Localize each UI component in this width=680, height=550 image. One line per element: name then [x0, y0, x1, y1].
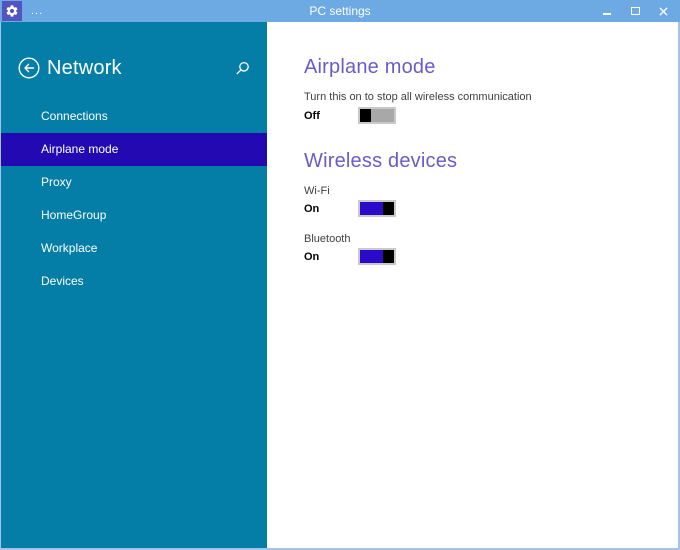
- sidebar-nav: Connections Airplane mode Proxy HomeGrou…: [1, 100, 267, 298]
- gear-icon: [5, 4, 19, 18]
- sidebar-item-homegroup[interactable]: HomeGroup: [1, 199, 267, 232]
- maximize-button[interactable]: [624, 0, 646, 22]
- search-button[interactable]: [235, 61, 250, 76]
- back-button[interactable]: [18, 57, 40, 79]
- main-area: Network Connections Airplane mode Proxy …: [1, 22, 678, 548]
- sidebar-item-airplane-mode[interactable]: Airplane mode: [1, 133, 267, 166]
- back-arrow-icon: [18, 57, 40, 79]
- bluetooth-label: Bluetooth: [304, 233, 351, 245]
- bluetooth-state: On: [304, 250, 320, 263]
- airplane-mode-description: Turn this on to stop all wireless commun…: [304, 91, 532, 103]
- toggle-knob: [383, 202, 394, 215]
- toggle-knob: [383, 250, 394, 263]
- content-pane: Airplane mode Turn this on to stop all w…: [267, 22, 678, 548]
- window-title: PC settings: [309, 4, 371, 18]
- search-icon: [235, 61, 250, 76]
- minimize-icon: [603, 12, 611, 15]
- titlebar[interactable]: ... PC settings: [0, 0, 680, 22]
- maximize-icon: [630, 7, 640, 15]
- page-title: Network: [47, 56, 122, 79]
- close-icon: [658, 6, 668, 16]
- sidebar-header: Network: [1, 57, 267, 79]
- wifi-label: Wi-Fi: [304, 185, 330, 197]
- titlebar-overflow-button[interactable]: ...: [31, 6, 43, 17]
- close-button[interactable]: [652, 0, 674, 22]
- airplane-mode-toggle-row: Off: [304, 107, 658, 124]
- airplane-mode-state: Off: [304, 109, 320, 122]
- bluetooth-toggle[interactable]: [358, 248, 396, 265]
- toggle-knob: [360, 109, 371, 122]
- wifi-toggle[interactable]: [358, 200, 396, 217]
- airplane-mode-heading: Airplane mode: [304, 56, 436, 78]
- minimize-button[interactable]: [596, 0, 618, 22]
- sidebar-item-proxy[interactable]: Proxy: [1, 166, 267, 199]
- airplane-mode-toggle[interactable]: [358, 107, 396, 124]
- sidebar: Network Connections Airplane mode Proxy …: [1, 22, 267, 548]
- sidebar-item-connections[interactable]: Connections: [1, 100, 267, 133]
- window-controls: [596, 0, 680, 22]
- wifi-group: Wi-Fi On: [304, 185, 658, 217]
- bluetooth-group: Bluetooth On: [304, 233, 658, 265]
- wifi-toggle-row: On: [304, 200, 658, 217]
- wireless-devices-heading: Wireless devices: [304, 150, 458, 172]
- app-menu-button[interactable]: [2, 1, 22, 21]
- bluetooth-toggle-row: On: [304, 248, 658, 265]
- sidebar-item-devices[interactable]: Devices: [1, 265, 267, 298]
- sidebar-item-workplace[interactable]: Workplace: [1, 232, 267, 265]
- pc-settings-window: ... PC settings Network Connections Airp…: [0, 0, 680, 550]
- wifi-state: On: [304, 202, 320, 215]
